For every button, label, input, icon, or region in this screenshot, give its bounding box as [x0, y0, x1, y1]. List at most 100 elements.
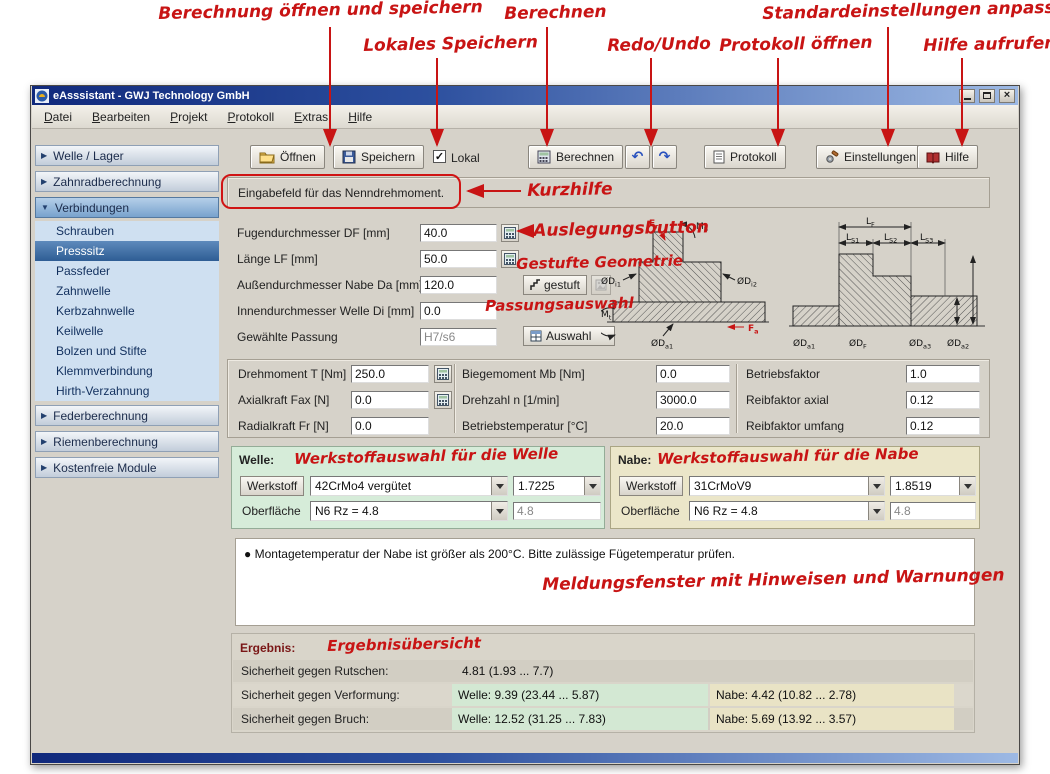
callout-calculate: Berechnen: [504, 2, 607, 24]
design-calc-button[interactable]: [501, 250, 519, 268]
drawing-label-da3: ØDa3: [909, 338, 931, 351]
hub-surface-dropdown[interactable]: N6 Rz = 4.8: [689, 501, 885, 521]
biegemoment-input[interactable]: [656, 365, 730, 383]
hub-werkstoff-button[interactable]: Werkstoff: [619, 476, 683, 496]
drehzahl-input[interactable]: [656, 391, 730, 409]
protocol-button-label: Protokoll: [730, 150, 777, 164]
sidebar-item-kerbzahnwelle[interactable]: Kerbzahnwelle: [35, 301, 219, 321]
calculate-button[interactable]: Berechnen: [528, 145, 623, 169]
field-label: Betriebstemperatur [°C]: [462, 419, 588, 433]
open-button[interactable]: Öffnen: [250, 145, 325, 169]
undo-button[interactable]: ↶: [625, 145, 650, 169]
chevron-down-icon[interactable]: [868, 502, 884, 520]
triangle-icon: [964, 484, 972, 489]
bullet-icon: ●: [244, 547, 251, 561]
sidebar-item-klemmverbindung[interactable]: Klemmverbindung: [35, 361, 219, 381]
field-label: Drehmoment T [Nm]: [238, 367, 346, 381]
sidebar-item-kostenfreie-module[interactable]: ▶Kostenfreie Module: [35, 457, 219, 478]
reibfaktor-axial-input[interactable]: [906, 391, 980, 409]
radialkraft-input[interactable]: [351, 417, 429, 435]
innendurchmesser-input[interactable]: [420, 302, 497, 320]
save-button[interactable]: Speichern: [333, 145, 424, 169]
chevron-down-icon[interactable]: [959, 477, 975, 495]
design-calc-button[interactable]: [434, 391, 452, 409]
reibfaktor-umfang-input[interactable]: [906, 417, 980, 435]
close-button[interactable]: ×: [999, 89, 1015, 103]
field-label: Fugendurchmesser DF [mm]: [237, 226, 390, 240]
chevron-right-icon: ▶: [41, 463, 47, 472]
laenge-input[interactable]: [420, 250, 497, 268]
callout-help: Hilfe aufrufen: [923, 33, 1050, 56]
sidebar-item-zahnwelle[interactable]: Zahnwelle: [35, 281, 219, 301]
title-bar: eAsssistant - GWJ Technology GmbH ×: [32, 86, 1018, 105]
sidebar-item-federberechnung[interactable]: ▶Federberechnung: [35, 405, 219, 426]
sidebar-item-schrauben[interactable]: Schrauben: [35, 221, 219, 241]
menu-bar: Datei Bearbeiten Projekt Protokoll Extra…: [32, 105, 1018, 129]
shaft-material-number-dropdown[interactable]: 1.7225: [513, 476, 601, 496]
sidebar-item-welle-lager[interactable]: ▶Welle / Lager: [35, 145, 219, 166]
shaft-material-value: 42CrMo4 vergütet: [311, 479, 491, 493]
design-calc-button[interactable]: [501, 224, 519, 242]
shaft-surface-dropdown[interactable]: N6 Rz = 4.8: [310, 501, 508, 521]
drehmoment-input[interactable]: [351, 365, 429, 383]
sidebar-item-zahnradberechnung[interactable]: ▶Zahnradberechnung: [35, 171, 219, 192]
sidebar-item-keilwelle[interactable]: Keilwelle: [35, 321, 219, 341]
steps-icon: [530, 279, 540, 291]
folder-open-icon: [259, 150, 275, 164]
fugendurchmesser-input[interactable]: [420, 224, 497, 242]
menu-bearbeiten[interactable]: Bearbeiten: [92, 110, 150, 124]
axialkraft-input[interactable]: [351, 391, 429, 409]
settings-button[interactable]: Einstellungen: [816, 145, 925, 169]
shaft-werkstoff-button[interactable]: Werkstoff: [240, 476, 304, 496]
betriebsfaktor-input[interactable]: [906, 365, 980, 383]
redo-button[interactable]: ↷: [652, 145, 677, 169]
check-icon: ✓: [435, 150, 444, 163]
betriebstemperatur-input[interactable]: [656, 417, 730, 435]
minimize-button[interactable]: [959, 89, 975, 103]
stepped-geometry-button[interactable]: gestuft: [523, 275, 587, 295]
protocol-button[interactable]: Protokoll: [704, 145, 786, 169]
sidebar-item-hirth-verzahnung[interactable]: Hirth-Verzahnung: [35, 381, 219, 401]
menu-protokoll[interactable]: Protokoll: [227, 110, 274, 124]
sidebar-item-riemenberechnung[interactable]: ▶Riemenberechnung: [35, 431, 219, 452]
local-checkbox-label: Lokal: [451, 151, 480, 165]
sidebar-item-label: Welle / Lager: [53, 149, 123, 163]
local-checkbox[interactable]: ✓: [433, 150, 446, 163]
results-title: Ergebnis:: [240, 641, 295, 655]
menu-extras[interactable]: Extras: [294, 110, 328, 124]
sidebar-item-label: Verbindungen: [55, 201, 129, 215]
sidebar-item-passfeder[interactable]: Passfeder: [35, 261, 219, 281]
drawing-label-da2: ØDa2: [947, 338, 969, 351]
result-row-bruch: Sicherheit gegen Bruch: Welle: 12.52 (31…: [233, 708, 973, 730]
menu-hilfe[interactable]: Hilfe: [348, 110, 372, 124]
chevron-down-icon[interactable]: [491, 502, 507, 520]
shaft-material-dropdown[interactable]: 42CrMo4 vergütet: [310, 476, 508, 496]
design-calc-button[interactable]: [434, 365, 452, 383]
menu-datei[interactable]: Datei: [44, 110, 72, 124]
result-value: 4.81 (1.93 ... 7.7): [462, 660, 553, 682]
help-button[interactable]: Hilfe: [917, 145, 978, 169]
sidebar: ▶Welle / Lager ▶Zahnradberechnung ▼Verbi…: [35, 145, 219, 483]
maximize-button[interactable]: [979, 89, 995, 103]
menu-projekt[interactable]: Projekt: [170, 110, 207, 124]
chevron-down-icon[interactable]: [868, 477, 884, 495]
sidebar-item-bolzen-und-stifte[interactable]: Bolzen und Stifte: [35, 341, 219, 361]
sidebar-item-verbindungen[interactable]: ▼Verbindungen: [35, 197, 219, 218]
hub-material-dropdown[interactable]: 31CrMoV9: [689, 476, 885, 496]
drawing-label-fa: Fa: [748, 324, 759, 336]
hub-werkstoff-label: Werkstoff: [626, 479, 676, 493]
aussendurchmesser-input[interactable]: [420, 276, 497, 294]
chevron-down-icon[interactable]: [491, 477, 507, 495]
hub-material-number-dropdown[interactable]: 1.8519: [890, 476, 976, 496]
results-panel: Ergebnis: Sicherheit gegen Rutschen: 4.8…: [231, 633, 975, 733]
sidebar-item-presssitz[interactable]: Presssitz: [35, 241, 219, 261]
chevron-right-icon: ▶: [41, 437, 47, 446]
chevron-down-icon[interactable]: [584, 477, 600, 495]
calculator-icon: [537, 150, 551, 164]
shaft-surface-label: Oberfläche: [242, 504, 301, 518]
result-label: Sicherheit gegen Rutschen:: [241, 660, 388, 682]
field-label: Radialkraft Fr [N]: [238, 419, 329, 433]
quick-help-text: Eingabefeld für das Nenndrehmoment.: [238, 186, 444, 200]
drawing-label-mt: Mt: [601, 310, 612, 322]
triangle-icon: [873, 509, 881, 514]
